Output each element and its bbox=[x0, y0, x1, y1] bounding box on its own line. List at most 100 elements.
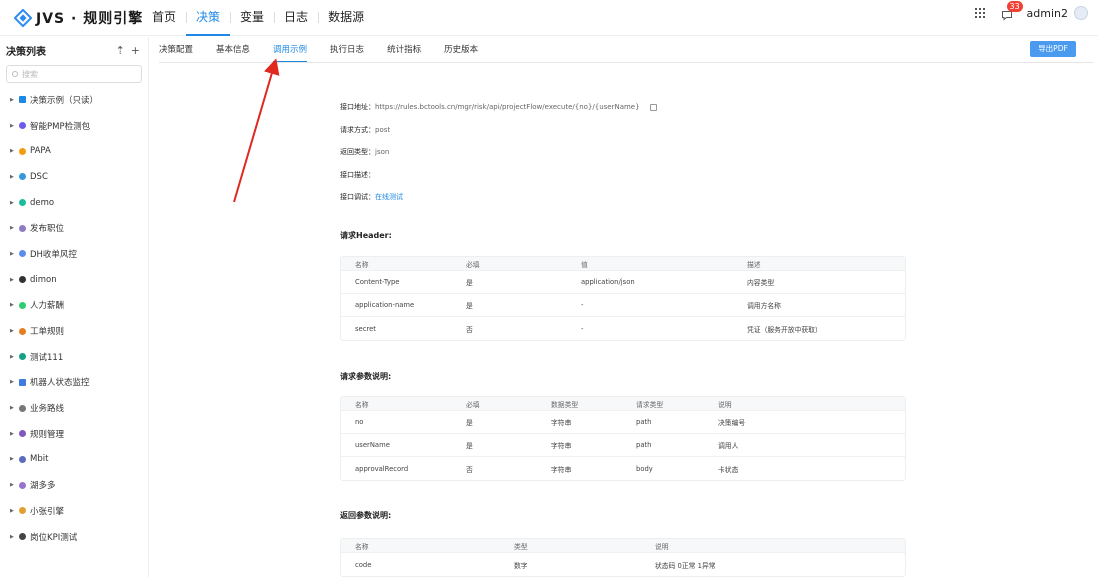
api-method-row: 请求方式： post bbox=[340, 119, 910, 142]
api-return-type: json bbox=[375, 148, 390, 157]
column-header: 描述 bbox=[747, 260, 761, 269]
caret-right-icon[interactable]: ▶ bbox=[10, 379, 19, 385]
sidebar-item[interactable]: ▶ 湖多多 bbox=[0, 472, 148, 498]
table-cell: - bbox=[581, 301, 584, 309]
sidebar-item[interactable]: ▶ 测试111 bbox=[0, 344, 148, 370]
puzzle-icon bbox=[19, 533, 26, 541]
tab-5[interactable]: 历史版本 bbox=[444, 37, 478, 62]
table-cell: 状态码 0正常 1异常 bbox=[655, 561, 716, 570]
sidebar-item[interactable]: ▶ 发布职位 bbox=[0, 215, 148, 241]
sidebar-item[interactable]: ▶ PAPA bbox=[0, 138, 148, 164]
decision-tree: ▶ 决策示例（只读） ▶ 智能PMP检测包 ▶ PAPA ▶ DSC ▶ demo ▶ 发布职位 ▶ DH… bbox=[0, 87, 148, 549]
sidebar-item-label: demo bbox=[30, 197, 55, 208]
table-cell: application/json bbox=[581, 278, 635, 286]
column-header: 类型 bbox=[514, 542, 528, 551]
sidebar-item[interactable]: ▶ 工单规则 bbox=[0, 318, 148, 344]
upload-icon[interactable]: ⇡ bbox=[116, 44, 125, 57]
sidebar-item[interactable]: ▶ 机器人状态监控 bbox=[0, 370, 148, 396]
message-button[interactable]: 33 bbox=[1001, 1, 1023, 21]
column-header: 名称 bbox=[355, 542, 369, 551]
caret-right-icon[interactable]: ▶ bbox=[10, 405, 19, 411]
search-placeholder: 搜索 bbox=[22, 69, 38, 79]
api-debug-row: 接口调试： 在线测试 bbox=[340, 186, 910, 209]
branch-icon bbox=[19, 276, 26, 284]
table-cell: Content-Type bbox=[355, 278, 400, 286]
caret-right-icon[interactable]: ▶ bbox=[10, 508, 19, 514]
nav-datasource[interactable]: 数据源 bbox=[318, 0, 374, 36]
circle-icon bbox=[19, 353, 26, 361]
table-cell: - bbox=[581, 324, 584, 333]
tab-4[interactable]: 统计指标 bbox=[387, 37, 421, 62]
caret-right-icon[interactable]: ▶ bbox=[10, 456, 19, 462]
caret-right-icon[interactable]: ▶ bbox=[10, 302, 19, 308]
table-cell: 字符串 bbox=[551, 465, 572, 474]
sidebar-item[interactable]: ▶ Mbit bbox=[0, 447, 148, 473]
table-cell: 是 bbox=[466, 442, 473, 450]
caret-right-icon[interactable]: ▶ bbox=[10, 328, 19, 334]
column-header: 名称 bbox=[355, 260, 369, 269]
table-cell: approvalRecord bbox=[355, 464, 409, 473]
sidebar-item[interactable]: ▶ 小张引擎 bbox=[0, 498, 148, 524]
table-cell: userName bbox=[355, 441, 390, 449]
export-pdf-button[interactable]: 导出PDF bbox=[1030, 41, 1076, 57]
caret-right-icon[interactable]: ▶ bbox=[10, 482, 19, 488]
caret-right-icon[interactable]: ▶ bbox=[10, 354, 19, 360]
sidebar-item[interactable]: ▶ 规则管理 bbox=[0, 421, 148, 447]
api-url: https://rules.bctools.cn/mgr/risk/api/pr… bbox=[375, 103, 640, 112]
sidebar-item[interactable]: ▶ DSC bbox=[0, 164, 148, 190]
tab-2[interactable]: 调用示例 bbox=[273, 37, 308, 62]
nav-variable[interactable]: 变量 bbox=[230, 0, 274, 36]
caret-right-icon[interactable]: ▶ bbox=[10, 225, 19, 231]
apps-grid-icon[interactable] bbox=[974, 8, 985, 18]
online-test-link[interactable]: 在线测试 bbox=[375, 192, 403, 202]
sidebar-item-label: 小张引擎 bbox=[30, 506, 65, 517]
sidebar-item-label: 业务路线 bbox=[30, 404, 65, 415]
caret-right-icon[interactable]: ▶ bbox=[10, 97, 19, 103]
username[interactable]: admin2 bbox=[1027, 7, 1068, 20]
tab-3[interactable]: 执行日志 bbox=[330, 37, 364, 62]
caret-right-icon[interactable]: ▶ bbox=[10, 148, 19, 154]
table-cell: 卡状态 bbox=[718, 465, 739, 474]
table-cell: 调用人 bbox=[718, 442, 739, 450]
sidebar-item[interactable]: ▶ 决策示例（只读） bbox=[0, 87, 148, 113]
nav-home[interactable]: 首页 bbox=[142, 0, 186, 36]
sidebar-item[interactable]: ▶ dimon bbox=[0, 267, 148, 293]
column-header: 必填 bbox=[466, 260, 480, 269]
sidebar-item[interactable]: ▶ demo bbox=[0, 190, 148, 216]
sidebar-item[interactable]: ▶ 人力薪酬 bbox=[0, 293, 148, 319]
column-header: 说明 bbox=[718, 400, 732, 409]
request-header-table: 名称 必填 值 描述 Content-Type 是 application/json 内容类型… bbox=[340, 256, 906, 341]
message-count-badge: 33 bbox=[1006, 1, 1023, 12]
avatar[interactable] bbox=[1074, 6, 1088, 20]
copy-icon[interactable] bbox=[649, 103, 657, 111]
api-desc-label: 接口描述： bbox=[340, 170, 375, 179]
caret-right-icon[interactable]: ▶ bbox=[10, 431, 19, 437]
nav-log[interactable]: 日志 bbox=[274, 0, 318, 36]
caret-right-icon[interactable]: ▶ bbox=[10, 277, 19, 283]
nav-decision[interactable]: 决策 bbox=[186, 0, 231, 36]
sidebar-item[interactable]: ▶ 智能PMP检测包 bbox=[0, 113, 148, 139]
table-cell: 否 bbox=[466, 325, 473, 334]
api-method: post bbox=[375, 125, 391, 134]
add-icon[interactable]: + bbox=[131, 44, 140, 57]
tab-1[interactable]: 基本信息 bbox=[216, 37, 250, 62]
sidebar-item[interactable]: ▶ 业务路线 bbox=[0, 395, 148, 421]
search-icon bbox=[12, 71, 18, 77]
app-logo[interactable]: JVS · 规则引擎 bbox=[14, 8, 143, 28]
sidebar-search-input[interactable]: 搜索 bbox=[6, 65, 142, 83]
sidebar-item[interactable]: ▶ DH收单风控 bbox=[0, 241, 148, 267]
caret-right-icon[interactable]: ▶ bbox=[10, 200, 19, 206]
circle-icon bbox=[19, 122, 26, 130]
caret-right-icon[interactable]: ▶ bbox=[10, 251, 19, 257]
circle-icon bbox=[19, 327, 26, 335]
table-cell: 调用方名称 bbox=[747, 302, 781, 310]
caret-right-icon[interactable]: ▶ bbox=[10, 534, 19, 540]
tab-0[interactable]: 决策配置 bbox=[159, 37, 193, 62]
table-header-row: 名称 必填 值 描述 bbox=[341, 257, 905, 271]
caret-right-icon[interactable]: ▶ bbox=[10, 174, 19, 180]
table-cell: 数字 bbox=[514, 561, 528, 570]
table-row: approvalRecord 否 字符串 body 卡状态 bbox=[341, 457, 905, 480]
table-cell: application-name bbox=[355, 301, 415, 309]
sidebar-item[interactable]: ▶ 岗位KPI测试 bbox=[0, 524, 148, 550]
caret-right-icon[interactable]: ▶ bbox=[10, 123, 19, 129]
